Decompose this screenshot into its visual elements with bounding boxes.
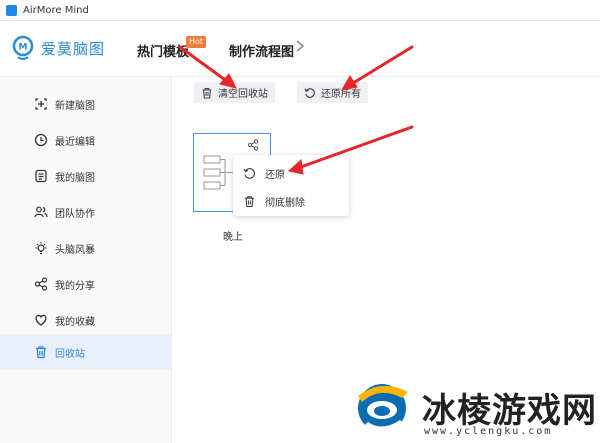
sidebar-item-favorites[interactable]: 我的收藏 [0, 302, 172, 338]
sidebar-item-label: 新建脑图 [55, 100, 95, 112]
restore-all-button[interactable]: 还原所有 [297, 82, 368, 103]
sidebar-item-label: 我的分享 [55, 280, 95, 292]
card-caption: 晚上 [223, 232, 243, 243]
restore-icon [243, 167, 256, 179]
clear-trash-button[interactable]: 清空回收站 [194, 82, 275, 103]
document-list-icon [35, 169, 47, 183]
trash-icon [245, 195, 254, 207]
logo-icon: M [12, 35, 34, 60]
watermark-url: www.yclengku.com [424, 426, 553, 437]
sidebar-item-label: 我的收藏 [55, 316, 95, 328]
sidebar-item-label: 回收站 [55, 348, 85, 360]
sidebar-item-my-maps[interactable]: 我的脑图 [0, 158, 172, 194]
trash-icon [202, 87, 212, 99]
sidebar: 新建脑图 最近编辑 我的脑图 团队协作 头脑风暴 我的分享 我的收藏 回收站 [0, 77, 172, 443]
clock-icon [34, 133, 48, 147]
sidebar-item-label: 头脑风暴 [55, 244, 95, 256]
sidebar-item-brainstorm[interactable]: 头脑风暴 [0, 230, 172, 266]
sidebar-item-team[interactable]: 团队协作 [0, 194, 172, 230]
sidebar-item-label: 最近编辑 [55, 136, 95, 148]
menu-item-restore-label: 还原 [265, 169, 285, 181]
logo-text: 爱莫脑图 [41, 39, 106, 58]
sidebar-item-trash[interactable]: 回收站 [0, 334, 172, 370]
trash-icon [36, 346, 46, 359]
plus-square-icon [35, 98, 47, 110]
sidebar-item-new[interactable]: 新建脑图 [0, 86, 172, 122]
share-icon[interactable] [247, 139, 259, 151]
app-icon [6, 4, 17, 16]
sidebar-item-recent[interactable]: 最近编辑 [0, 122, 172, 158]
sidebar-item-label: 团队协作 [55, 208, 95, 220]
restore-all-label: 还原所有 [321, 89, 361, 100]
team-icon [34, 206, 48, 218]
lightbulb-icon [35, 242, 47, 255]
svg-text:M: M [19, 43, 28, 53]
restore-icon [304, 87, 315, 98]
chevron-right-icon[interactable] [295, 39, 305, 53]
sidebar-item-label: 我的脑图 [55, 172, 95, 184]
window-title: AirMore Mind [23, 4, 89, 16]
share-icon [34, 277, 48, 291]
watermark-title: 冰棱游戏网 [422, 391, 597, 431]
app-header: M 爱莫脑图 热门模板 Hot 制作流程图 [0, 21, 600, 77]
sidebar-item-share[interactable]: 我的分享 [0, 266, 172, 302]
logo[interactable]: M 爱莫脑图 [12, 35, 105, 61]
menu-item-restore[interactable]: 还原 [233, 159, 349, 187]
nav-flowchart[interactable]: 制作流程图 [229, 41, 294, 60]
hot-badge: Hot [186, 36, 207, 48]
context-menu: 还原 彻底删除 [233, 155, 349, 216]
clear-trash-label: 清空回收站 [218, 89, 268, 100]
title-bar: AirMore Mind [0, 0, 600, 21]
nav-hot-templates[interactable]: 热门模板 [137, 41, 189, 60]
menu-item-delete-permanently[interactable]: 彻底删除 [233, 187, 349, 215]
heart-icon [35, 314, 47, 326]
menu-item-delete-label: 彻底删除 [265, 197, 305, 209]
